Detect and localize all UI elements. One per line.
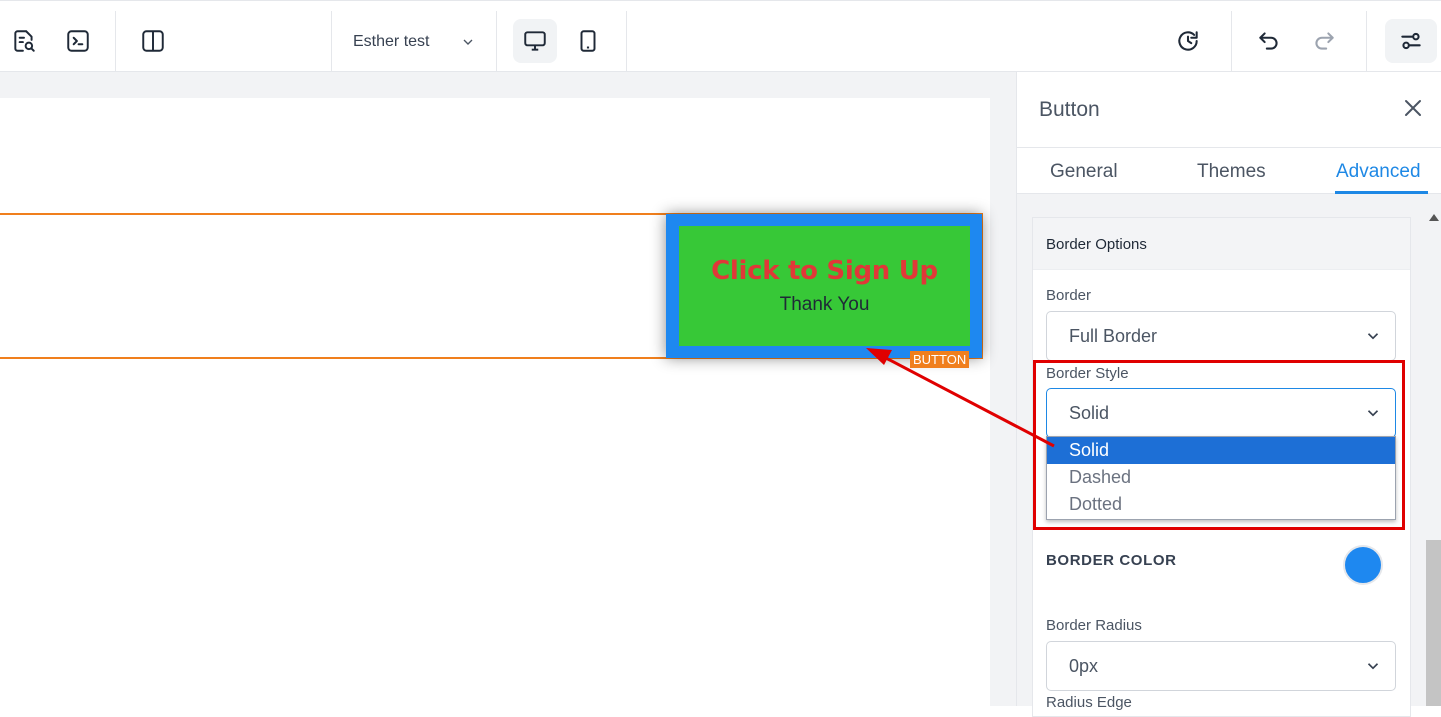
section-title: Border Options [1033,218,1410,270]
settings-sliders-icon[interactable] [1385,19,1437,63]
border-radius-label: Border Radius [1046,617,1142,634]
mobile-icon[interactable] [566,19,610,63]
chevron-down-icon [463,39,473,45]
border-radius-value: 0px [1069,656,1099,676]
scrollbar-thumb[interactable] [1426,540,1441,706]
scroll-up-arrow-icon[interactable] [1429,214,1439,221]
top-toolbar: Esther test [0,0,1441,73]
panel-tabs: General Themes Advanced [1017,147,1441,194]
page-name: Esther test [353,33,430,50]
undo-icon[interactable] [1247,19,1291,63]
close-icon[interactable] [1401,96,1425,120]
layout-split-icon[interactable] [131,19,175,63]
panel-title: Button [1039,98,1100,121]
desktop-icon[interactable] [513,19,557,63]
border-label: Border [1046,287,1092,304]
border-select[interactable]: Full Border [1046,311,1396,361]
chevron-down-icon [1367,663,1379,670]
page-selector[interactable]: Esther test [332,11,496,73]
panel-scrollbar[interactable] [1426,194,1441,706]
tab-themes[interactable]: Themes [1197,161,1266,183]
radius-edge-label: Radius Edge [1046,694,1132,711]
border-radius-select[interactable]: 0px [1046,641,1396,691]
border-color-label: BORDER COLOR [1046,552,1177,569]
annotation-highlight-box [1033,360,1405,530]
signup-button-body[interactable]: Click to Sign Up Thank You [679,226,970,346]
page-canvas[interactable] [0,98,990,706]
signup-button-element[interactable]: Click to Sign Up Thank You [666,214,982,358]
chevron-down-icon [1367,333,1379,340]
terminal-icon[interactable] [56,19,100,63]
redo-icon[interactable] [1302,19,1346,63]
page-search-icon[interactable] [2,19,46,63]
border-value: Full Border [1069,326,1158,346]
button-subtitle: Thank You [779,294,870,315]
element-type-tag: BUTTON [910,351,970,368]
border-color-swatch[interactable] [1343,545,1383,585]
tab-general[interactable]: General [1050,161,1118,183]
button-title: Click to Sign Up [711,256,938,286]
history-icon[interactable] [1166,19,1210,63]
tab-advanced[interactable]: Advanced [1336,161,1421,183]
